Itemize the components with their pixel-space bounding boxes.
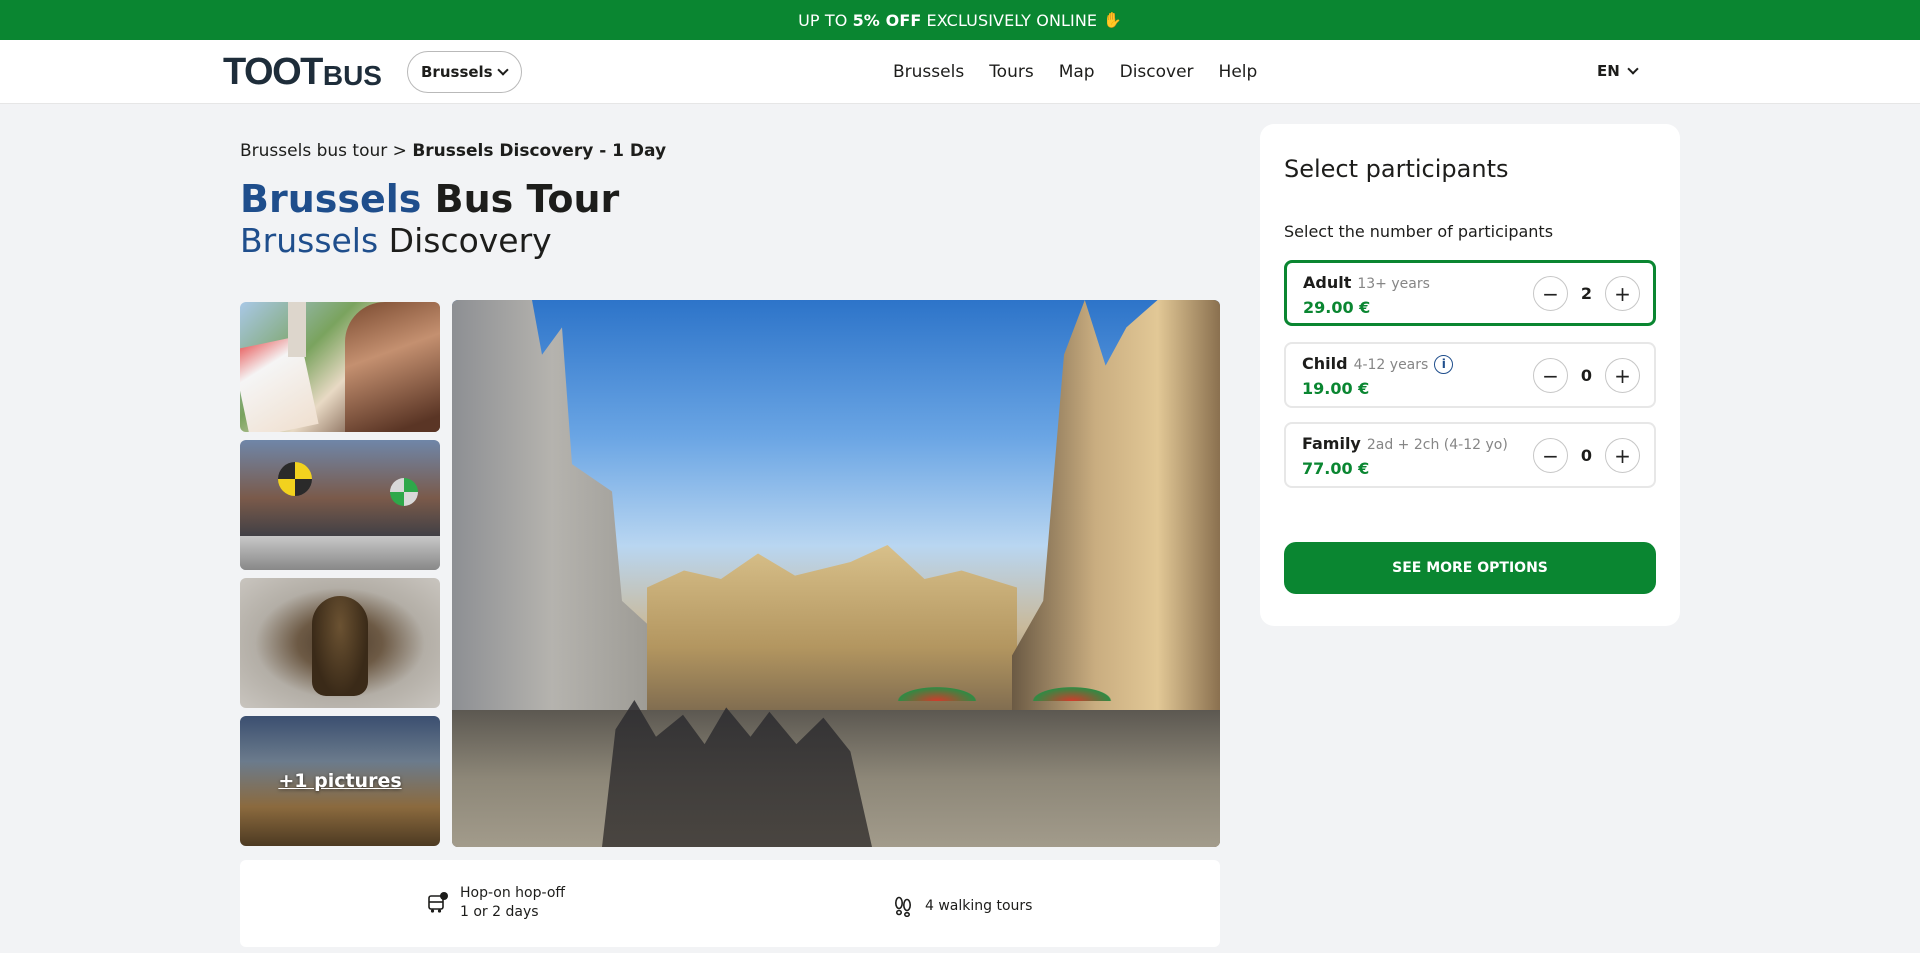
breadcrumb-parent[interactable]: Brussels bus tour xyxy=(240,141,387,161)
participant-name: Child 4-12 years i xyxy=(1302,354,1454,374)
nav-help[interactable]: Help xyxy=(1219,62,1258,82)
participants-panel: Select participants Select the number of… xyxy=(1260,124,1680,626)
promo-banner: UP TO 5% OFF EXCLUSIVELY ONLINE ✋ xyxy=(0,0,1920,40)
gallery-thumbnail-2[interactable] xyxy=(240,440,440,570)
subtitle-city: Brussels xyxy=(240,221,379,260)
site-header: TOOT BUS Brussels Brussels Tours Map Disc… xyxy=(0,40,1920,104)
quantity-stepper: − 0 + xyxy=(1533,358,1640,393)
participant-age: 2ad + 2ch (4-12 yo) xyxy=(1366,437,1508,453)
breadcrumb-separator: > xyxy=(392,141,407,161)
title-rest: Bus Tour xyxy=(434,177,620,221)
feature-line-2: 1 or 2 days xyxy=(460,904,539,920)
nav-map[interactable]: Map xyxy=(1059,62,1095,82)
hand-icon: ✋ xyxy=(1103,11,1122,29)
city-dropdown[interactable]: Brussels xyxy=(407,51,522,93)
promo-text: UP TO 5% OFF EXCLUSIVELY ONLINE xyxy=(798,10,1098,30)
feature-line-1: Hop-on hop-off xyxy=(460,885,566,901)
more-pictures-label: +1 pictures xyxy=(278,770,402,792)
plus-button[interactable]: + xyxy=(1605,276,1640,311)
minus-button[interactable]: − xyxy=(1533,438,1568,473)
participant-age: 13+ years xyxy=(1357,276,1430,292)
page-title: Brussels Bus Tour xyxy=(240,176,619,222)
see-more-options-button[interactable]: SEE MORE OPTIONS xyxy=(1284,542,1656,594)
nav-brussels[interactable]: Brussels xyxy=(893,62,964,82)
quantity-stepper: − 0 + xyxy=(1533,438,1640,473)
breadcrumb: Brussels bus tour > Brussels Discovery -… xyxy=(240,141,666,161)
city-dropdown-label: Brussels xyxy=(421,63,493,81)
feature-hop-on-hop-off: Hop-on hop-off 1 or 2 days xyxy=(426,884,565,922)
participant-row-family[interactable]: Family 2ad + 2ch (4-12 yo) 77.00 € − 0 + xyxy=(1284,422,1656,488)
language-selector[interactable]: EN xyxy=(1597,62,1639,80)
quantity-stepper: − 2 + xyxy=(1533,276,1640,311)
features-bar: Hop-on hop-off 1 or 2 days 4 walking tou… xyxy=(240,860,1220,947)
participant-row-child[interactable]: Child 4-12 years i 19.00 € − 0 + xyxy=(1284,342,1656,408)
gallery-thumbnail-3[interactable] xyxy=(240,578,440,708)
plus-button[interactable]: + xyxy=(1605,438,1640,473)
participant-name: Adult 13+ years xyxy=(1303,273,1430,292)
footprints-icon xyxy=(891,894,915,918)
panel-heading: Select participants xyxy=(1284,155,1509,183)
subtitle-rest: Discovery xyxy=(388,221,552,260)
quantity-value: 2 xyxy=(1580,284,1593,303)
title-city: Brussels xyxy=(240,177,422,221)
feature-walking-tours: 4 walking tours xyxy=(891,894,1032,918)
participant-price: 77.00 € xyxy=(1302,459,1370,478)
bus-icon xyxy=(426,891,450,915)
minus-button[interactable]: − xyxy=(1533,358,1568,393)
chevron-down-icon xyxy=(1627,63,1639,75)
page-subtitle: Brussels Discovery xyxy=(240,220,552,262)
quantity-value: 0 xyxy=(1580,446,1593,465)
main-nav: Brussels Tours Map Discover Help xyxy=(893,40,1257,104)
tootbus-logo[interactable]: TOOT BUS xyxy=(223,51,382,91)
nav-discover[interactable]: Discover xyxy=(1120,62,1194,82)
feature-line-1: 4 walking tours xyxy=(925,897,1033,914)
participant-row-adult[interactable]: Adult 13+ years 29.00 € − 2 + xyxy=(1284,260,1656,326)
language-label: EN xyxy=(1597,62,1620,80)
main-tour-image[interactable] xyxy=(452,300,1220,847)
nav-tours[interactable]: Tours xyxy=(989,62,1034,82)
participants-label: Select the number of participants xyxy=(1284,222,1554,241)
minus-button[interactable]: − xyxy=(1533,276,1568,311)
quantity-value: 0 xyxy=(1580,366,1593,385)
plus-button[interactable]: + xyxy=(1605,358,1640,393)
info-icon[interactable]: i xyxy=(1434,355,1454,374)
breadcrumb-current: Brussels Discovery - 1 Day xyxy=(412,141,667,161)
gallery-more-pictures[interactable]: +1 pictures xyxy=(240,716,440,846)
participant-name: Family 2ad + 2ch (4-12 yo) xyxy=(1302,434,1508,453)
logo-text-small: BUS xyxy=(322,60,382,91)
participant-price: 29.00 € xyxy=(1303,298,1371,317)
gallery-thumbnail-1[interactable] xyxy=(240,302,440,432)
logo-text: TOOT xyxy=(223,51,323,93)
participant-age: 4-12 years xyxy=(1353,357,1429,373)
chevron-down-icon xyxy=(496,64,509,76)
participant-price: 19.00 € xyxy=(1302,379,1370,398)
